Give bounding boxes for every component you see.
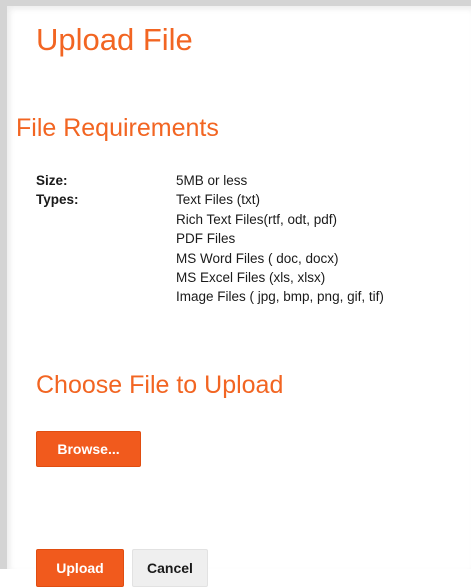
size-row: Size: 5MB or less: [36, 171, 466, 190]
size-value: 5MB or less: [176, 173, 248, 188]
types-row: Types: Text Files (txt) Rich Text Files(…: [36, 190, 466, 306]
type-ms-word-files: MS Word Files ( doc, docx): [176, 250, 339, 266]
page-title: Upload File: [36, 22, 193, 57]
type-image-files: Image Files ( jpg, bmp, png, gif, tif): [176, 289, 384, 305]
browse-button[interactable]: Browse...: [36, 431, 141, 467]
type-pdf-files: PDF Files: [176, 231, 236, 247]
cancel-button[interactable]: Cancel: [132, 549, 208, 587]
types-list: Text Files (txt) Rich Text Files(rtf, od…: [176, 190, 466, 306]
type-ms-excel-files: MS Excel Files (xls, xlsx): [176, 270, 326, 286]
upload-button[interactable]: Upload: [36, 549, 124, 587]
types-label: Types:: [36, 192, 79, 208]
size-label: Size:: [36, 173, 68, 188]
type-rich-text-files: Rich Text Files(rtf, odt, pdf): [176, 211, 338, 227]
size-values: 5MB or less: [176, 171, 466, 190]
choose-file-heading: Choose File to Upload: [36, 371, 284, 399]
type-text-files: Text Files (txt): [176, 192, 261, 208]
file-requirements-heading: File Requirements: [16, 114, 219, 142]
upload-dialog: Upload File File Requirements Size: 5MB …: [7, 6, 471, 587]
requirements-list: Size: 5MB or less Types: Text Files (txt…: [36, 171, 466, 307]
